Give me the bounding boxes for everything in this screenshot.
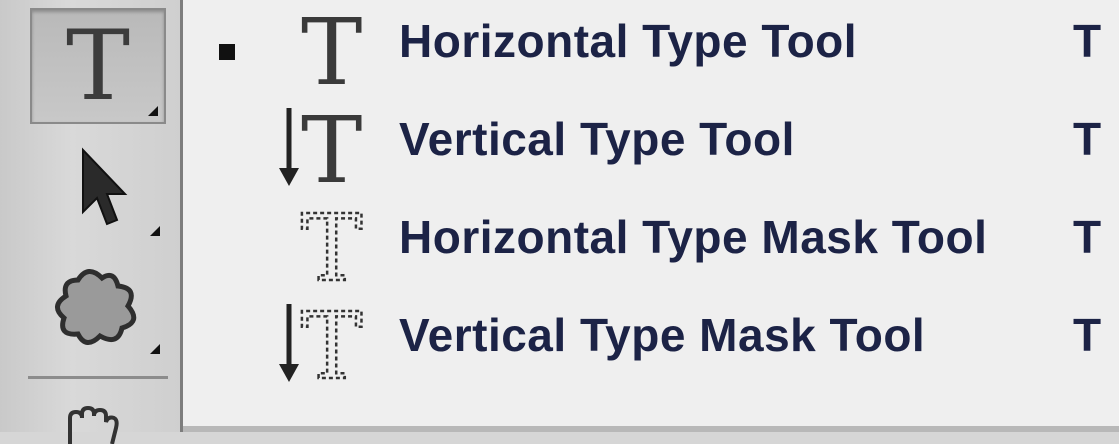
menu-item-vertical-type-mask-tool[interactable]: T Vertical Type Mask Tool T [183,294,1119,390]
menu-item-label: Horizontal Type Mask Tool [399,211,988,263]
type-tool-button[interactable]: T [30,8,166,124]
menu-item-label: Vertical Type Mask Tool [399,309,926,361]
flyout-indicator-icon [150,344,160,354]
vertical-type-mask-icon: T [279,294,364,390]
horizontal-type-mask-icon: T [300,196,364,292]
hand-tool-icon[interactable] [56,404,136,444]
svg-text:T: T [301,0,362,96]
type-tool-icon: T [65,10,131,122]
menu-item-shortcut: T [1073,15,1102,67]
svg-text:T: T [301,98,362,194]
vertical-type-icon: T [279,98,362,194]
custom-shape-tool-icon [55,269,137,345]
menu-item-vertical-type-tool[interactable]: T Vertical Type Tool T [183,98,1119,194]
flyout-indicator-icon [148,106,158,116]
svg-text:T: T [301,196,362,292]
move-tool-button[interactable] [30,132,166,242]
selected-bullet-icon [219,44,235,60]
menu-item-horizontal-type-mask-tool[interactable]: T Horizontal Type Mask Tool T [183,196,1119,292]
tools-panel: T [0,0,180,444]
menu-item-label: Vertical Type Tool [399,113,795,165]
menu-item-horizontal-type-tool[interactable]: T Horizontal Type Tool T [183,0,1119,96]
menu-item-label: Horizontal Type Tool [399,15,858,67]
type-tool-flyout-menu: T Horizontal Type Tool T T Vertical Type… [180,0,1119,432]
horizontal-type-icon: T [301,0,362,96]
custom-shape-tool-button[interactable] [30,250,166,360]
svg-text:T: T [301,294,362,390]
toolbar-divider [28,376,168,379]
menu-item-shortcut: T [1073,211,1102,263]
menu-item-shortcut: T [1073,113,1102,165]
flyout-indicator-icon [150,226,160,236]
menu-item-shortcut: T [1073,309,1102,361]
move-arrow-tool-icon [82,147,128,226]
